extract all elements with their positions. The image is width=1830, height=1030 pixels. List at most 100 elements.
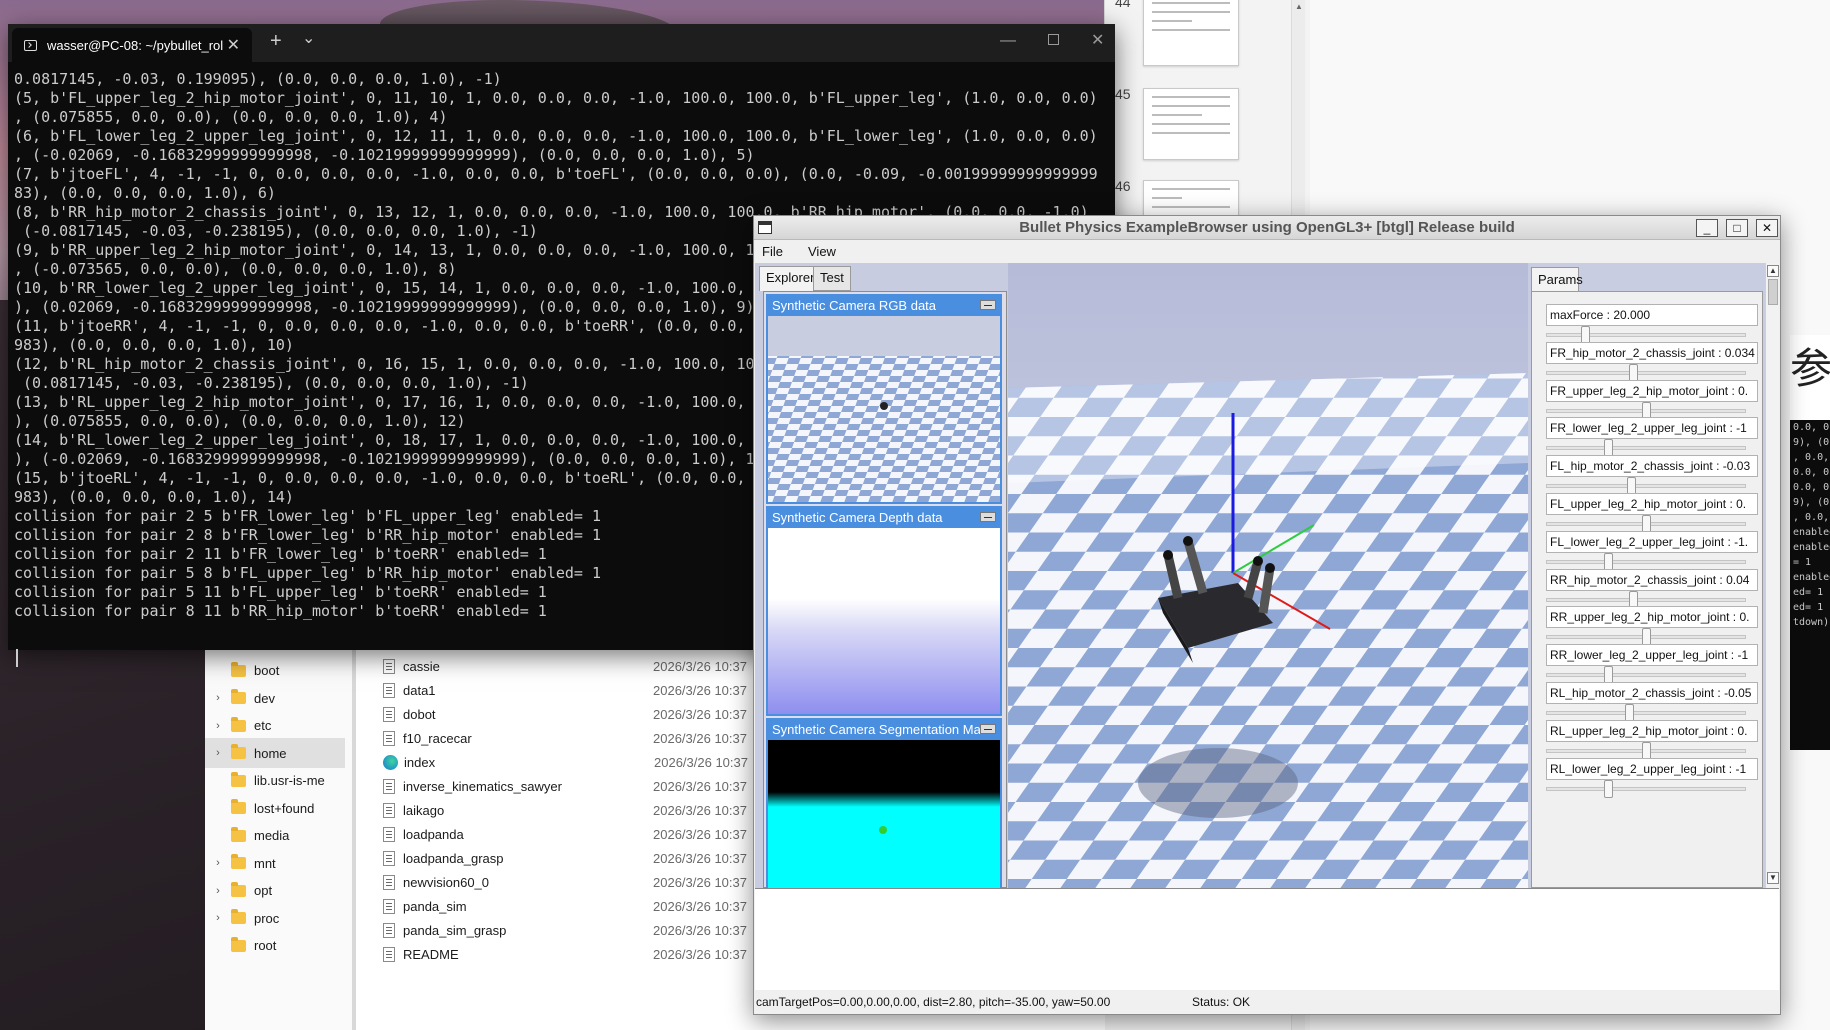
chevron-right-icon[interactable]: ›: [205, 885, 231, 897]
file-name: dobot: [403, 706, 436, 722]
depth-camera-image: [768, 528, 1000, 714]
chevron-right-icon[interactable]: ›: [205, 857, 231, 869]
tree-item-label: lost+found: [254, 800, 315, 816]
depth-camera-title: Synthetic Camera Depth data: [768, 508, 1000, 528]
tree-item[interactable]: lib.usr-is-me: [205, 766, 345, 796]
segmentation-camera-image: [768, 740, 1000, 888]
param-slider[interactable]: [1546, 741, 1746, 760]
chevron-right-icon[interactable]: ›: [205, 747, 231, 759]
pane-splitter[interactable]: [352, 640, 356, 1030]
rgb-camera-view[interactable]: Synthetic Camera RGB data: [766, 294, 1002, 504]
terminal-tab[interactable]: wasser@PC-08: ~/pybullet_rol ✕: [12, 28, 252, 62]
file-icon: [383, 922, 395, 938]
menu-file[interactable]: File: [762, 244, 783, 259]
tree-item[interactable]: › opt: [205, 876, 345, 906]
new-tab-button[interactable]: +: [270, 30, 282, 53]
file-name: f10_racecar: [403, 730, 472, 746]
3d-scene[interactable]: [1008, 263, 1528, 888]
scroll-thumb[interactable]: [1768, 279, 1778, 305]
param-slider[interactable]: [1546, 628, 1746, 647]
tab-test[interactable]: Test: [813, 266, 851, 291]
params-scrollbar[interactable]: ▲ ▼: [1765, 263, 1779, 888]
tree-item[interactable]: › dev: [205, 683, 345, 713]
robot-segment-mark: [879, 826, 887, 834]
folder-icon: [231, 881, 246, 897]
close-icon[interactable]: ✕: [1091, 30, 1104, 50]
opengl-viewport[interactable]: Explorer Test Synthetic Camera RGB data …: [755, 263, 1779, 888]
tree-item-label: etc: [254, 718, 272, 733]
page-thumbnail[interactable]: [1143, 88, 1239, 160]
segmentation-camera-view[interactable]: Synthetic Camera Segmentation Mask: [766, 718, 1002, 888]
param-value-field: RR_lower_leg_2_upper_leg_joint : -1: [1546, 644, 1758, 667]
scroll-down-icon[interactable]: ▼: [1767, 872, 1779, 884]
param-value-field: FR_hip_motor_2_chassis_joint : 0.034: [1546, 341, 1758, 364]
close-tab-icon[interactable]: ✕: [227, 35, 240, 55]
param-slider[interactable]: [1546, 590, 1746, 609]
param-slider[interactable]: [1546, 666, 1746, 685]
chevron-right-icon[interactable]: ›: [205, 692, 231, 704]
folder-icon: [231, 716, 246, 732]
param-slider[interactable]: [1546, 779, 1746, 798]
minimize-icon[interactable]: [980, 300, 996, 310]
close-button[interactable]: ✕: [1756, 219, 1778, 237]
param-slider[interactable]: [1546, 552, 1746, 571]
file-icon: [383, 850, 395, 866]
scroll-up-icon[interactable]: ▲: [1767, 265, 1779, 277]
chevron-right-icon[interactable]: ›: [205, 912, 231, 924]
file-name: data1: [403, 682, 436, 698]
file-icon: [383, 946, 395, 962]
left-tabs: Explorer Test: [755, 263, 1005, 291]
tree-item[interactable]: › etc: [205, 711, 345, 741]
terminal-line: 83), (0.0, 0.0, 0.0, 1.0), 6): [14, 184, 276, 202]
params-column: Params maxForce : 20.000 FR_hip_motor_2_c…: [1531, 263, 1779, 888]
file-name: panda_sim: [403, 898, 467, 914]
segmentation-camera-title: Synthetic Camera Segmentation Mask: [768, 720, 1000, 740]
minimize-button[interactable]: _: [1696, 219, 1718, 237]
file-name: laikago: [403, 802, 445, 818]
tab-params[interactable]: Params: [1531, 267, 1583, 291]
rgb-camera-title: Synthetic Camera RGB data: [768, 296, 1000, 316]
tree-item[interactable]: boot: [205, 656, 345, 686]
param-slider[interactable]: [1546, 439, 1746, 458]
terminal-line: (7, b'jtoeFL', 4, -1, -1, 0, 0.0, 0.0, 0…: [14, 165, 1098, 183]
folder-icon: [231, 799, 246, 814]
page-thumbnail[interactable]: [1143, 0, 1239, 66]
background-terminal-strip: 0.0, 09), (0, 0.0, b0.0, 00.0, 09), (0, …: [1790, 420, 1830, 750]
terminal-line: (5, b'FL_upper_leg_2_hip_motor_joint', 0…: [14, 89, 1098, 107]
param-slider[interactable]: [1546, 326, 1746, 344]
tab-dropdown-icon[interactable]: ⌄: [302, 28, 315, 48]
folder-icon: [231, 661, 246, 677]
tree-item[interactable]: lost+found: [205, 793, 345, 823]
chevron-right-icon[interactable]: ›: [205, 720, 231, 732]
maximize-button[interactable]: □: [1726, 219, 1748, 237]
console-output[interactable]: [755, 888, 1779, 990]
minimize-icon[interactable]: [980, 512, 996, 522]
param-value-field: RR_hip_motor_2_chassis_joint : 0.04: [1546, 568, 1758, 591]
minimize-icon[interactable]: —: [1000, 32, 1016, 50]
menu-view[interactable]: View: [808, 244, 836, 259]
depth-camera-view[interactable]: Synthetic Camera Depth data: [766, 506, 1002, 716]
tree-item-label: root: [254, 938, 277, 953]
scroll-up-icon[interactable]: ▲: [1294, 2, 1304, 12]
slider-thumb[interactable]: [1604, 779, 1613, 798]
tree-item-label: media: [254, 828, 290, 843]
tree-item-label: dev: [254, 690, 275, 706]
file-icon: [383, 826, 395, 842]
param-slider[interactable]: [1546, 363, 1746, 382]
thumb-number: 44: [1115, 0, 1131, 10]
tree-item[interactable]: › home: [205, 738, 345, 768]
file-name: newvision60_0: [403, 874, 490, 890]
bullet-example-browser-window: Bullet Physics ExampleBrowser using Open…: [753, 215, 1781, 1015]
tree-item[interactable]: › proc: [205, 903, 345, 933]
param-slider[interactable]: [1546, 515, 1746, 533]
camera-status: camTargetPos=0.00,0.00,0.00, dist=2.80, …: [756, 995, 1111, 1009]
param-slider[interactable]: [1546, 704, 1746, 722]
app-window-icon: [758, 221, 772, 234]
param-slider[interactable]: [1546, 477, 1746, 496]
tree-item[interactable]: › mnt: [205, 848, 345, 878]
maximize-icon[interactable]: [1048, 34, 1059, 45]
minimize-icon[interactable]: [980, 724, 996, 734]
param-slider[interactable]: [1546, 401, 1746, 420]
tree-item[interactable]: root: [205, 931, 345, 961]
tree-item[interactable]: media: [205, 821, 345, 851]
